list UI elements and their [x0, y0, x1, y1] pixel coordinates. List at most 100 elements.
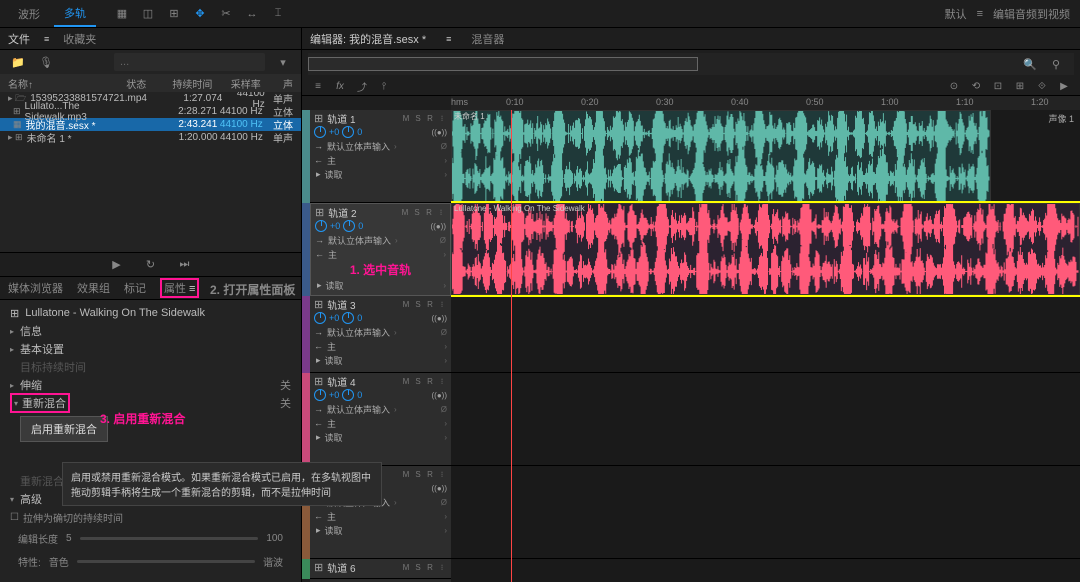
- workspace-default[interactable]: 默认: [945, 6, 967, 22]
- audio-clip-1[interactable]: 未命名 1: [451, 110, 991, 202]
- top-bar: 波形 多轨 ▦ ◫ ⊞ ✥ ✂ ↔ ⌶ 默认 ≡ 编辑音频到视频: [0, 0, 1080, 28]
- multitrack-tab[interactable]: 多轨: [54, 1, 96, 27]
- volume-knob[interactable]: [314, 389, 326, 401]
- session-file-icon: ▦: [8, 119, 22, 130]
- filter-icon[interactable]: ▾: [273, 52, 293, 72]
- track-header-2[interactable]: ⊞轨道 2MSR⁝ +00((●)) →默认立体声输入›Ø ←主› 1. 选中音…: [310, 203, 451, 296]
- pan-knob[interactable]: [342, 126, 354, 138]
- file-columns-header: 名称↑ 状态 持续时间 采样率 声: [0, 74, 301, 92]
- stretch-section[interactable]: ▸伸缩关: [0, 376, 301, 394]
- folder-icon: ▸ 🗁: [8, 92, 26, 107]
- fx-icon[interactable]: fx: [332, 79, 348, 95]
- workspace-edit-av[interactable]: 编辑音频到视频: [993, 6, 1070, 22]
- eq-icon[interactable]: ⫯: [376, 79, 392, 95]
- slip-tool-icon[interactable]: ↔: [242, 4, 262, 24]
- volume-knob[interactable]: [314, 312, 326, 324]
- track-lane-4[interactable]: [451, 373, 1080, 466]
- clip-icon[interactable]: ⊡: [990, 79, 1006, 95]
- track-lane-3[interactable]: [451, 296, 1080, 373]
- link-icon[interactable]: ⚲: [1046, 54, 1066, 74]
- target-duration-row: 目标持续时间: [0, 358, 301, 376]
- col-name[interactable]: 名称↑: [8, 76, 126, 90]
- edit-length-slider[interactable]: 编辑长度5100: [0, 527, 301, 550]
- playhead[interactable]: [511, 110, 512, 582]
- info-section[interactable]: ▸信息: [0, 322, 301, 340]
- move-tool-icon[interactable]: ✥: [190, 4, 210, 24]
- expand-icon[interactable]: ⊞: [314, 375, 323, 388]
- grid-icon[interactable]: ⊞: [164, 4, 184, 24]
- time-tool-icon[interactable]: ⌶: [268, 4, 288, 24]
- editor-tab-session[interactable]: 编辑器: 我的混音.sesx *: [310, 31, 426, 47]
- skip-icon[interactable]: ⏭: [175, 255, 195, 275]
- markers-tab[interactable]: 标记: [124, 280, 146, 296]
- effects-tab[interactable]: 效果组: [77, 280, 110, 296]
- annotation-1: 1. 选中音轨: [350, 263, 411, 277]
- volume-knob[interactable]: [315, 220, 327, 232]
- timeline-ruler[interactable]: hms 0:10 0:20 0:30 0:40 0:50 1:00 1:10 1…: [451, 96, 1080, 110]
- wave-tab[interactable]: 波形: [8, 2, 50, 26]
- clips-area[interactable]: 声像 1 未命名 1 Lullatone - Walking On The Si…: [451, 110, 1080, 582]
- col-channels[interactable]: 声: [261, 76, 293, 90]
- editor-tab-mixer[interactable]: 混音器: [471, 31, 504, 47]
- expand-icon[interactable]: ⊞: [314, 112, 323, 125]
- clip-title-row: ⊞Lullatone - Walking On The Sidewalk: [0, 304, 301, 322]
- search-input[interactable]: ...: [114, 53, 265, 71]
- col-status[interactable]: 状态: [126, 76, 164, 90]
- track-lane-5[interactable]: [451, 466, 1080, 559]
- audio-file-icon: ▸ ⊞: [8, 132, 23, 143]
- ripple-icon[interactable]: ⟲: [968, 79, 984, 95]
- open-file-icon[interactable]: 📁: [8, 52, 28, 72]
- track-header-1[interactable]: ⊞轨道 1MSR⁝ +00((●)) →默认立体声输入›Ø ←主› ▸读取›: [310, 110, 451, 203]
- track-header-4[interactable]: ⊞轨道 4MSR⁝ +00((●)) →默认立体声输入›Ø ←主› ▸读取›: [310, 373, 451, 466]
- track-color-strip: [302, 110, 310, 582]
- pan-knob[interactable]: [342, 389, 354, 401]
- overview-range[interactable]: [308, 57, 698, 71]
- track-lane-2[interactable]: Lullatone - Walking On The Sidewalk: [451, 203, 1080, 296]
- play-icon[interactable]: ▶: [107, 255, 127, 275]
- enable-remix-button[interactable]: 启用重新混合: [20, 416, 108, 442]
- menu-icon[interactable]: ≡: [977, 8, 983, 20]
- record-icon[interactable]: 🎙: [36, 52, 56, 72]
- play-icon-2[interactable]: ▶: [1056, 79, 1072, 95]
- overview-bar[interactable]: 🔍 ⚲: [308, 53, 1074, 75]
- expand-icon[interactable]: ⊞: [315, 206, 324, 219]
- toolbar-menu-icon[interactable]: ≡: [310, 79, 326, 95]
- panel-tabs: 媒体浏览器 效果组 标记 属性 ≡ 2. 打开属性面板: [0, 276, 301, 300]
- track-lane-1[interactable]: 未命名 1: [451, 110, 1080, 203]
- file-row[interactable]: ▸ ⊞ 未命名 1 * 1:20.00044100 Hz单声: [0, 131, 301, 144]
- exact-duration-checkbox[interactable]: ☐拉伸为确切的持续时间: [0, 508, 301, 527]
- expand-icon[interactable]: ⊞: [314, 561, 323, 574]
- audio-clip-2[interactable]: Lullatone - Walking On The Sidewalk: [451, 203, 1080, 295]
- col-duration[interactable]: 持续时间: [164, 76, 212, 90]
- basic-section[interactable]: ▸基本设置: [0, 340, 301, 358]
- media-browser-tab[interactable]: 媒体浏览器: [8, 280, 63, 296]
- properties-tab[interactable]: 属性 ≡: [160, 278, 199, 298]
- tool-icon-2[interactable]: ◫: [138, 4, 158, 24]
- send-icon[interactable]: ⤴: [354, 79, 370, 95]
- files-tab-menu-icon[interactable]: ≡: [44, 34, 49, 44]
- favorites-tab[interactable]: 收藏夹: [63, 31, 96, 47]
- properties-panel: ⊞Lullatone - Walking On The Sidewalk ▸信息…: [0, 300, 301, 582]
- group-icon[interactable]: ⊞: [1012, 79, 1028, 95]
- annotation-3: 3. 启用重新混合: [100, 410, 185, 427]
- volume-knob[interactable]: [314, 126, 326, 138]
- pan-knob[interactable]: [342, 312, 354, 324]
- loop-icon[interactable]: ↻: [141, 255, 161, 275]
- files-tab[interactable]: 文件: [8, 31, 30, 47]
- track-header-6[interactable]: ⊞轨道 6MSR⁝: [310, 559, 451, 579]
- checkbox-icon: ☐: [10, 512, 19, 523]
- editor-panel: 编辑器: 我的混音.sesx *≡ 混音器 🔍 ⚲ ≡ fx ⤴ ⫯ ⊙ ⟲ ⊡…: [302, 28, 1080, 582]
- snap-icon[interactable]: ⊙: [946, 79, 962, 95]
- audio-file-icon: ⊞: [8, 106, 21, 117]
- track-headers: ⊞轨道 1MSR⁝ +00((●)) →默认立体声输入›Ø ←主› ▸读取› ⊞…: [310, 110, 451, 582]
- auto-icon[interactable]: ⟐: [1034, 79, 1050, 95]
- track-header-3[interactable]: ⊞轨道 3MSR⁝ +00((●)) →默认立体声输入›Ø ←主› ▸读取›: [310, 296, 451, 373]
- col-rate[interactable]: 采样率: [212, 76, 260, 90]
- feature-slider[interactable]: 特性:音色谐波: [0, 550, 301, 573]
- razor-tool-icon[interactable]: ✂: [216, 4, 236, 24]
- pan-knob[interactable]: [343, 220, 355, 232]
- zoom-icon[interactable]: 🔍: [1020, 54, 1040, 74]
- expand-icon[interactable]: ⊞: [314, 298, 323, 311]
- annotation-2: 2. 打开属性面板: [210, 281, 295, 298]
- tool-icon-1[interactable]: ▦: [112, 4, 132, 24]
